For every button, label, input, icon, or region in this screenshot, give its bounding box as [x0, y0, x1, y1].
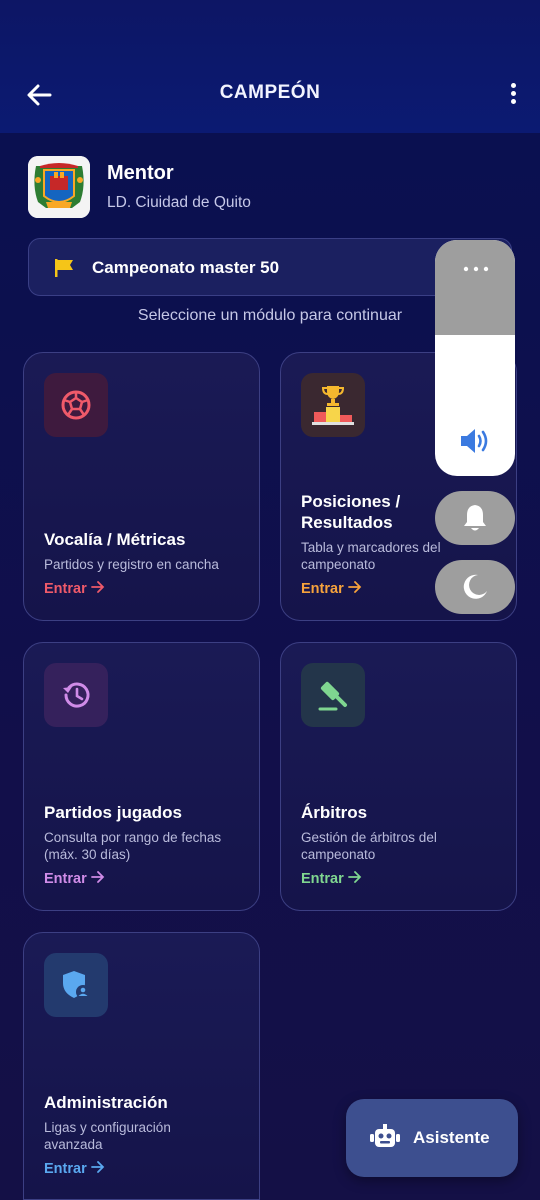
flag-icon	[55, 259, 73, 277]
history-clock-icon	[63, 682, 90, 708]
do-not-disturb-button[interactable]	[435, 560, 515, 614]
module-title-line: Posiciones /	[301, 492, 401, 511]
championship-name: Campeonato master 50	[92, 258, 280, 277]
more-horizontal-icon[interactable]	[463, 266, 489, 272]
module-description: Ligas y configuración avanzada	[44, 1120, 171, 1152]
assistant-label: Asistente	[413, 1128, 490, 1147]
module-card-vocalia[interactable]: Vocalía / Métricas Partidos y registro e…	[23, 352, 260, 621]
enter-link-label: Entrar	[44, 871, 87, 887]
module-icon-container	[44, 373, 108, 437]
module-icon-container	[301, 373, 365, 437]
speaker-icon	[461, 429, 488, 453]
enter-link[interactable]: Entrar	[301, 581, 362, 597]
module-card-arbitros[interactable]: Árbitros Gestión de árbitros del campeon…	[280, 642, 517, 911]
more-vertical-icon	[506, 83, 520, 104]
module-description: Tabla y marcadores del campeonato	[301, 540, 441, 572]
module-description: Consulta por rango de fechas (máx. 30 dí…	[44, 830, 222, 862]
module-description: Gestión de árbitros del campeonato	[301, 830, 437, 862]
bell-icon	[464, 505, 486, 531]
league-name: LD. Ciuidad de Quito	[107, 194, 251, 211]
arrow-right-icon	[90, 871, 105, 883]
module-title-line: Resultados	[301, 513, 393, 532]
module-title: Administración	[44, 1093, 168, 1112]
top-app-bar	[0, 0, 540, 133]
volume-slider[interactable]	[435, 240, 515, 476]
robot-icon	[370, 1124, 400, 1147]
assistant-button[interactable]: Asistente	[346, 1099, 518, 1177]
more-options-button[interactable]	[506, 80, 520, 110]
arrow-right-icon	[90, 1161, 105, 1173]
moon-icon	[463, 574, 487, 599]
enter-link[interactable]: Entrar	[301, 871, 362, 887]
organization-logo	[28, 156, 90, 218]
organization-name: Mentor	[107, 162, 174, 184]
soccer-ball-icon	[61, 390, 91, 420]
enter-link-label: Entrar	[301, 581, 344, 597]
module-icon-container	[301, 663, 365, 727]
module-title: Árbitros	[301, 803, 368, 822]
page-title: CAMPEÓN	[219, 82, 321, 103]
enter-link[interactable]: Entrar	[44, 581, 105, 597]
arrow-right-icon	[347, 871, 362, 883]
arrow-right-icon	[347, 581, 362, 593]
notification-volume-button[interactable]	[435, 491, 515, 545]
arrow-right-icon	[90, 581, 105, 593]
enter-link-label: Entrar	[44, 1161, 87, 1177]
module-icon-container	[44, 663, 108, 727]
module-title: Vocalía / Métricas	[44, 530, 186, 549]
module-description: Partidos y registro en cancha	[44, 557, 219, 572]
coat-of-arms-logo	[28, 156, 90, 218]
volume-slider-empty-track	[435, 240, 515, 335]
module-title: Posiciones / Resultados	[301, 491, 400, 533]
enter-link-label: Entrar	[301, 871, 344, 887]
module-title: Partidos jugados	[44, 803, 182, 822]
enter-link[interactable]: Entrar	[44, 1161, 105, 1177]
module-card-partidos[interactable]: Partidos jugados Consulta por rango de f…	[23, 642, 260, 911]
module-icon-container	[44, 953, 108, 1017]
enter-link[interactable]: Entrar	[44, 871, 105, 887]
enter-link-label: Entrar	[44, 581, 87, 597]
shield-user-icon	[63, 971, 90, 999]
module-card-administracion[interactable]: Administración Ligas y configuración ava…	[23, 932, 260, 1200]
podium-trophy-icon	[312, 386, 354, 425]
gavel-icon	[318, 681, 347, 711]
